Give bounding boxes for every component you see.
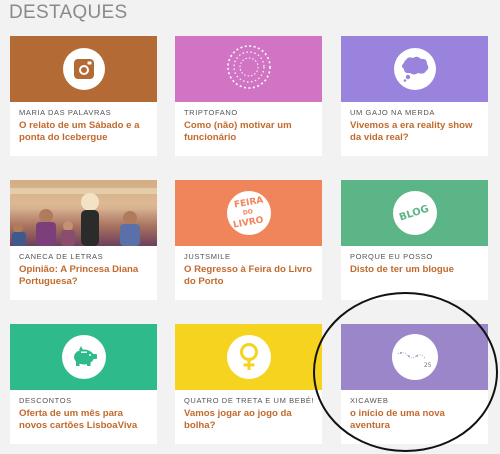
featured-card-1[interactable]: MARIA DAS PALAVRAS O relato de um Sábado… [10,36,157,156]
featured-card-3[interactable]: UM GAJO NA MERDA Vivemos a era reality s… [341,36,488,156]
card-thumbnail[interactable] [175,324,322,390]
card-thumbnail[interactable]: BLOG [341,180,488,246]
card-title-link[interactable]: O relato de um Sábado e a ponta do Icebe… [19,120,153,144]
logo-text: 25 [423,362,432,369]
feira-do-livro-logo: FEIRA DO LIVRO [226,191,271,235]
card-title-link[interactable]: Oferta de um mês para novos cartões Lisb… [19,408,153,432]
card-author[interactable]: MARIA DAS PALAVRAS [19,108,111,117]
featured-card-9[interactable]: 25 XICAWEB o início de uma nova aventura [341,324,488,444]
featured-card-5[interactable]: FEIRA DO LIVRO JUSTSMILE O Regresso à Fe… [175,180,322,300]
featured-card-7[interactable]: DESCONTOS Oferta de um mês para novos ca… [10,324,157,444]
piggy-bank-icon [61,335,106,379]
card-author[interactable]: DESCONTOS [19,396,72,405]
instagram-icon [62,48,105,90]
card-thumbnail[interactable]: FEIRA DO LIVRO [175,180,322,246]
card-author[interactable]: PORQUE EU POSSO [350,252,433,261]
card-thumbnail[interactable]: 25 [341,324,488,390]
logo-text: LIVRO [232,215,265,231]
card-thumbnail-photo[interactable] [10,180,157,246]
female-symbol-icon [226,335,271,379]
featured-card-6[interactable]: BLOG PORQUE EU POSSO Disto de ter um blo… [341,180,488,300]
dotted-circle-icon [226,44,272,95]
section-title: DESTAQUES [9,2,128,23]
card-author[interactable]: TRIPTOFANO [184,108,238,117]
featured-card-2[interactable]: TRIPTOFANO Como (não) motivar um funcion… [175,36,322,156]
photo-people [10,180,157,246]
card-author[interactable]: CANECA DE LETRAS [19,252,103,261]
speech-bubble-icon [393,48,436,90]
card-title-link[interactable]: o início de uma nova aventura [350,408,484,432]
card-author[interactable]: QUATRO DE TRETA E UM BEBÉ! [184,396,314,405]
card-thumbnail[interactable] [10,324,157,390]
card-title-link[interactable]: O Regresso à Feira do Livro do Porto [184,264,318,288]
card-thumbnail[interactable] [341,36,488,102]
featured-card-4[interactable]: CANECA DE LETRAS Opinião: A Princesa Dia… [10,180,157,300]
sketch-logo: 25 [391,334,438,380]
card-thumbnail[interactable] [10,36,157,102]
card-author[interactable]: JUSTSMILE [184,252,231,261]
card-title-link[interactable]: Como (não) motivar um funcionário [184,120,318,144]
card-title-link[interactable]: Vamos jogar ao jogo da bolha? [184,408,318,432]
card-author[interactable]: UM GAJO NA MERDA [350,108,435,117]
featured-card-8[interactable]: QUATRO DE TRETA E UM BEBÉ! Vamos jogar a… [175,324,322,444]
logo-text: BLOG [398,203,431,223]
card-thumbnail[interactable] [175,36,322,102]
card-author[interactable]: XICAWEB [350,396,389,405]
card-title-link[interactable]: Opinião: A Princesa Diana Portuguesa? [19,264,153,288]
blog-icon: BLOG [392,191,437,235]
card-title-link[interactable]: Vivemos a era reality show da vida real? [350,120,484,144]
card-title-link[interactable]: Disto de ter um blogue [350,264,484,276]
